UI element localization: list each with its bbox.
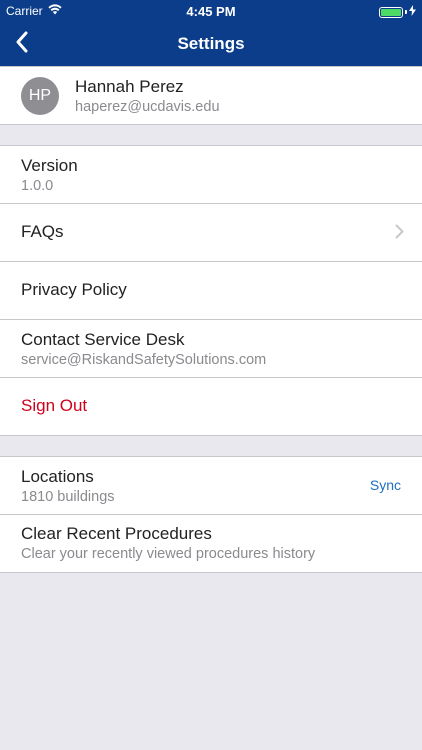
navigation-bar: Settings [0, 22, 422, 66]
clear-recent-description: Clear your recently viewed procedures hi… [21, 546, 316, 562]
clock: 4:45 PM [186, 4, 236, 19]
faqs-label: FAQs [21, 222, 64, 241]
charging-icon [409, 5, 416, 19]
faqs-row[interactable]: FAQs [0, 204, 422, 262]
sync-button[interactable]: Sync [370, 477, 401, 493]
version-value: 1.0.0 [21, 178, 54, 194]
info-section: Version 1.0.0 FAQs Privacy Policy Contac… [0, 145, 422, 436]
profile-row: HP Hannah Perez haperez@ucdavis.edu [0, 67, 422, 124]
data-section: Locations 1810 buildings Sync Clear Rece… [0, 456, 422, 573]
battery-icon [379, 6, 403, 18]
avatar: HP [21, 77, 59, 115]
profile-email: haperez@ucdavis.edu [75, 99, 220, 115]
contact-label: Contact Service Desk [21, 330, 185, 349]
contact-service-desk-row[interactable]: Contact Service Desk service@RiskandSafe… [0, 320, 422, 378]
version-row: Version 1.0.0 [0, 146, 422, 204]
profile-section: HP Hannah Perez haperez@ucdavis.edu [0, 66, 422, 125]
sign-out-button[interactable]: Sign Out [21, 396, 87, 416]
locations-row: Locations 1810 buildings Sync [0, 457, 422, 515]
version-label: Version [21, 156, 78, 175]
contact-email: service@RiskandSafetySolutions.com [21, 352, 267, 368]
locations-label: Locations [21, 467, 94, 486]
page-title: Settings [177, 34, 245, 53]
battery-indicator [379, 5, 416, 19]
locations-count: 1810 buildings [21, 489, 115, 505]
chevron-right-icon [395, 224, 404, 244]
clear-recent-procedures-row[interactable]: Clear Recent Procedures Clear your recen… [0, 515, 422, 572]
sign-out-row[interactable]: Sign Out [0, 378, 422, 435]
status-bar: Carrier 4:45 PM [0, 0, 422, 22]
profile-name: Hannah Perez [75, 77, 184, 96]
privacy-policy-row[interactable]: Privacy Policy [0, 262, 422, 320]
clear-recent-label: Clear Recent Procedures [21, 524, 212, 543]
privacy-policy-label: Privacy Policy [21, 280, 127, 299]
top-bar: Carrier 4:45 PM Settings [0, 0, 422, 66]
